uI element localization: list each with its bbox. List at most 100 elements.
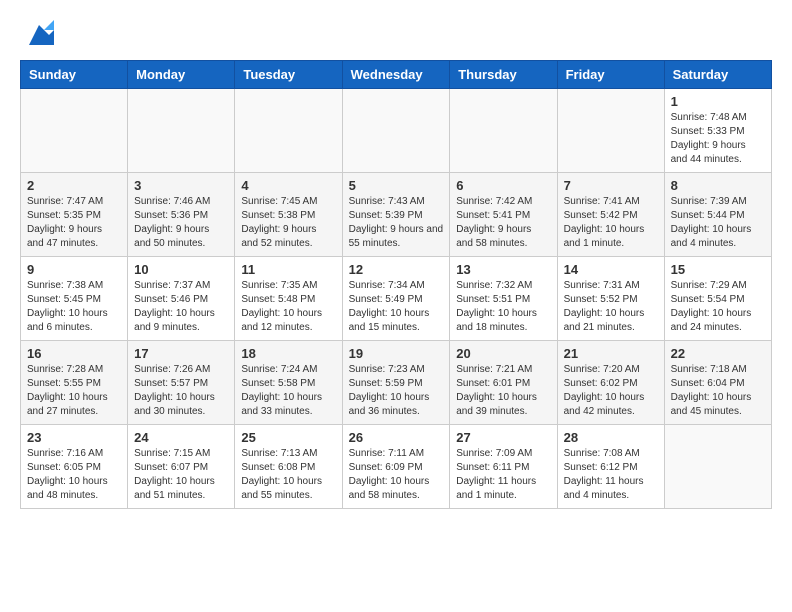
- day-number: 2: [27, 178, 121, 193]
- calendar-cell: [664, 425, 771, 509]
- calendar-cell: 6 Sunrise: 7:42 AM Sunset: 5:41 PM Daylig…: [450, 173, 557, 257]
- calendar-cell: 25 Sunrise: 7:13 AM Sunset: 6:08 PM Dayli…: [235, 425, 342, 509]
- calendar-cell: [128, 89, 235, 173]
- cell-info: Sunrise: 7:18 AM Sunset: 6:04 PM Dayligh…: [671, 363, 765, 419]
- calendar-cell: 4 Sunrise: 7:45 AM Sunset: 5:38 PM Daylig…: [235, 173, 342, 257]
- day-number: 7: [564, 178, 658, 193]
- calendar-cell: 23 Sunrise: 7:16 AM Sunset: 6:05 PM Dayli…: [21, 425, 128, 509]
- day-number: 18: [241, 346, 335, 361]
- logo-icon: [24, 20, 54, 50]
- day-number: 3: [134, 178, 228, 193]
- header: [20, 20, 772, 50]
- calendar-cell: 9 Sunrise: 7:38 AM Sunset: 5:45 PM Daylig…: [21, 257, 128, 341]
- day-number: 8: [671, 178, 765, 193]
- day-number: 16: [27, 346, 121, 361]
- calendar-week-row: 16 Sunrise: 7:28 AM Sunset: 5:55 PM Dayli…: [21, 341, 772, 425]
- cell-info: Sunrise: 7:41 AM Sunset: 5:42 PM Dayligh…: [564, 195, 658, 251]
- calendar-week-row: 1 Sunrise: 7:48 AM Sunset: 5:33 PM Daylig…: [21, 89, 772, 173]
- calendar-cell: 26 Sunrise: 7:11 AM Sunset: 6:09 PM Dayli…: [342, 425, 450, 509]
- day-number: 27: [456, 430, 550, 445]
- calendar-cell: 17Sunrise: 7:26 AM Sunset: 5:57 PM Dayli…: [128, 341, 235, 425]
- day-number: 23: [27, 430, 121, 445]
- calendar-cell: 19 Sunrise: 7:23 AM Sunset: 5:59 PM Dayli…: [342, 341, 450, 425]
- calendar-cell: 7 Sunrise: 7:41 AM Sunset: 5:42 PM Daylig…: [557, 173, 664, 257]
- calendar-cell: 5 Sunrise: 7:43 AM Sunset: 5:39 PM Daylig…: [342, 173, 450, 257]
- calendar: SundayMondayTuesdayWednesdayThursdayFrid…: [20, 60, 772, 509]
- day-number: 22: [671, 346, 765, 361]
- calendar-cell: 27 Sunrise: 7:09 AM Sunset: 6:11 PM Dayli…: [450, 425, 557, 509]
- day-number: 1: [671, 94, 765, 109]
- calendar-cell: 2 Sunrise: 7:47 AM Sunset: 5:35 PM Daylig…: [21, 173, 128, 257]
- day-number: 14: [564, 262, 658, 277]
- calendar-cell: [342, 89, 450, 173]
- cell-info: Sunrise: 7:48 AM Sunset: 5:33 PM Dayligh…: [671, 111, 765, 167]
- calendar-cell: 14 Sunrise: 7:31 AM Sunset: 5:52 PM Dayli…: [557, 257, 664, 341]
- day-number: 12: [349, 262, 444, 277]
- cell-info: Sunrise: 7:23 AM Sunset: 5:59 PM Dayligh…: [349, 363, 444, 419]
- day-number: 25: [241, 430, 335, 445]
- day-header-thursday: Thursday: [450, 61, 557, 89]
- cell-info: Sunrise: 7:08 AM Sunset: 6:12 PM Dayligh…: [564, 447, 658, 503]
- calendar-cell: 1 Sunrise: 7:48 AM Sunset: 5:33 PM Daylig…: [664, 89, 771, 173]
- day-header-friday: Friday: [557, 61, 664, 89]
- day-number: 20: [456, 346, 550, 361]
- cell-info: Sunrise: 7:32 AM Sunset: 5:51 PM Dayligh…: [456, 279, 550, 335]
- calendar-cell: 22 Sunrise: 7:18 AM Sunset: 6:04 PM Dayli…: [664, 341, 771, 425]
- cell-info: Sunrise: 7:37 AM Sunset: 5:46 PM Dayligh…: [134, 279, 228, 335]
- day-number: 13: [456, 262, 550, 277]
- calendar-cell: 13 Sunrise: 7:32 AM Sunset: 5:51 PM Dayli…: [450, 257, 557, 341]
- calendar-week-row: 9 Sunrise: 7:38 AM Sunset: 5:45 PM Daylig…: [21, 257, 772, 341]
- cell-info: Sunrise: 7:20 AM Sunset: 6:02 PM Dayligh…: [564, 363, 658, 419]
- calendar-cell: 20 Sunrise: 7:21 AM Sunset: 6:01 PM Dayli…: [450, 341, 557, 425]
- day-header-saturday: Saturday: [664, 61, 771, 89]
- day-header-sunday: Sunday: [21, 61, 128, 89]
- day-number: 21: [564, 346, 658, 361]
- cell-info: Sunrise: 7:21 AM Sunset: 6:01 PM Dayligh…: [456, 363, 550, 419]
- cell-info: Sunrise: 7:11 AM Sunset: 6:09 PM Dayligh…: [349, 447, 444, 503]
- day-number: 4: [241, 178, 335, 193]
- cell-info: Sunrise: 7:31 AM Sunset: 5:52 PM Dayligh…: [564, 279, 658, 335]
- cell-info: Sunrise: 7:43 AM Sunset: 5:39 PM Dayligh…: [349, 195, 444, 251]
- day-number: 28: [564, 430, 658, 445]
- cell-info: Sunrise: 7:29 AM Sunset: 5:54 PM Dayligh…: [671, 279, 765, 335]
- cell-info: Sunrise: 7:46 AM Sunset: 5:36 PM Dayligh…: [134, 195, 228, 251]
- cell-info: Sunrise: 7:13 AM Sunset: 6:08 PM Dayligh…: [241, 447, 335, 503]
- cell-info: Sunrise: 7:38 AM Sunset: 5:45 PM Dayligh…: [27, 279, 121, 335]
- cell-info: Sunrise: 7:35 AM Sunset: 5:48 PM Dayligh…: [241, 279, 335, 335]
- day-header-monday: Monday: [128, 61, 235, 89]
- calendar-cell: 15 Sunrise: 7:29 AM Sunset: 5:54 PM Dayli…: [664, 257, 771, 341]
- day-number: 17: [134, 346, 228, 361]
- cell-info: Sunrise: 7:28 AM Sunset: 5:55 PM Dayligh…: [27, 363, 121, 419]
- day-number: 15: [671, 262, 765, 277]
- day-number: 11: [241, 262, 335, 277]
- logo: [20, 20, 54, 50]
- calendar-cell: 21 Sunrise: 7:20 AM Sunset: 6:02 PM Dayli…: [557, 341, 664, 425]
- calendar-cell: [557, 89, 664, 173]
- cell-info: Sunrise: 7:15 AM Sunset: 6:07 PM Dayligh…: [134, 447, 228, 503]
- cell-info: Sunrise: 7:24 AM Sunset: 5:58 PM Dayligh…: [241, 363, 335, 419]
- day-number: 6: [456, 178, 550, 193]
- day-number: 5: [349, 178, 444, 193]
- day-number: 9: [27, 262, 121, 277]
- day-number: 10: [134, 262, 228, 277]
- calendar-cell: [21, 89, 128, 173]
- cell-info: Sunrise: 7:42 AM Sunset: 5:41 PM Dayligh…: [456, 195, 550, 251]
- calendar-cell: 18 Sunrise: 7:24 AM Sunset: 5:58 PM Dayli…: [235, 341, 342, 425]
- day-number: 26: [349, 430, 444, 445]
- calendar-week-row: 23 Sunrise: 7:16 AM Sunset: 6:05 PM Dayli…: [21, 425, 772, 509]
- cell-info: Sunrise: 7:34 AM Sunset: 5:49 PM Dayligh…: [349, 279, 444, 335]
- calendar-cell: 12 Sunrise: 7:34 AM Sunset: 5:49 PM Dayli…: [342, 257, 450, 341]
- day-number: 19: [349, 346, 444, 361]
- day-number: 24: [134, 430, 228, 445]
- calendar-cell: 10 Sunrise: 7:37 AM Sunset: 5:46 PM Dayli…: [128, 257, 235, 341]
- cell-info: Sunrise: 7:16 AM Sunset: 6:05 PM Dayligh…: [27, 447, 121, 503]
- calendar-header-row: SundayMondayTuesdayWednesdayThursdayFrid…: [21, 61, 772, 89]
- calendar-cell: 8 Sunrise: 7:39 AM Sunset: 5:44 PM Daylig…: [664, 173, 771, 257]
- cell-info: Sunrise: 7:39 AM Sunset: 5:44 PM Dayligh…: [671, 195, 765, 251]
- cell-info: Sunrise: 7:45 AM Sunset: 5:38 PM Dayligh…: [241, 195, 335, 251]
- calendar-cell: 11 Sunrise: 7:35 AM Sunset: 5:48 PM Dayli…: [235, 257, 342, 341]
- calendar-cell: 28 Sunrise: 7:08 AM Sunset: 6:12 PM Dayli…: [557, 425, 664, 509]
- cell-info: Sunrise: 7:09 AM Sunset: 6:11 PM Dayligh…: [456, 447, 550, 503]
- cell-info: Sunrise: 7:47 AM Sunset: 5:35 PM Dayligh…: [27, 195, 121, 251]
- day-header-wednesday: Wednesday: [342, 61, 450, 89]
